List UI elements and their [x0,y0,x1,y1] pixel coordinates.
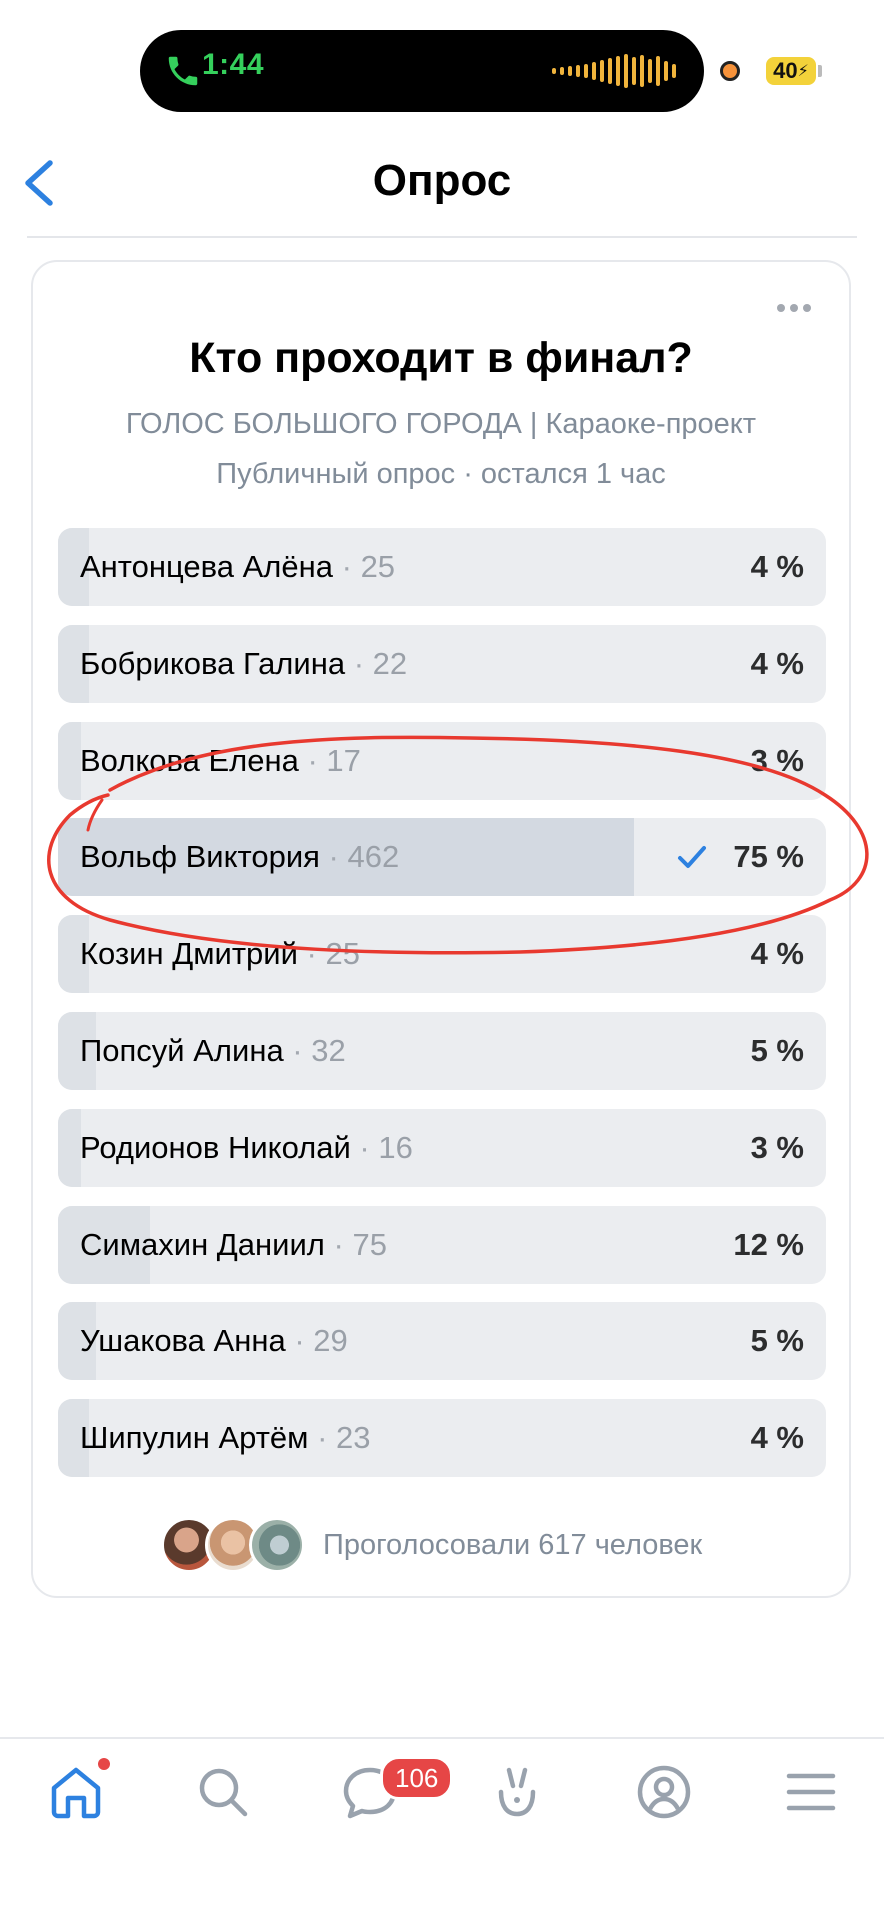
charging-bolt-icon: ⚡ [797,63,809,80]
option-vote-count: 17 [326,742,361,778]
poll-option[interactable]: Антонцева Алёна · 25 4 % [58,528,826,606]
option-percent: 12 % [733,1226,804,1262]
poll-option[interactable]: Бобрикова Галина · 22 4 % [58,624,826,703]
option-fill-bar [58,1108,82,1187]
menu-icon[interactable] [781,1762,841,1822]
battery-tip [818,65,822,77]
poll-option[interactable]: Родионов Николай · 16 3 % [58,1108,826,1187]
option-vote-count: 16 [378,1129,413,1165]
poll-subtitle: ГОЛОС БОЛЬШОГО ГОРОДА | Караоке-проект [125,408,757,440]
option-name: Родионов Николай [80,1129,351,1165]
poll-meta: Публичный опрос · остался 1 час [216,458,666,490]
option-name: Волкова Елена [80,742,299,778]
option-percent: 5 % [750,1323,804,1359]
header-divider [27,236,857,238]
poll-option-voted[interactable]: Вольф Виктория · 462 75 % [58,818,826,897]
option-name: Ушакова Анна [80,1323,286,1359]
battery-level: 40 [773,58,798,83]
poll-option[interactable]: Попсуй Алина · 32 5 % [58,1011,826,1090]
poll-title: Кто проходит в финал? [189,334,693,382]
option-vote-count: 22 [372,645,408,681]
page-title: Опрос [372,156,512,205]
home-notification-dot [98,1758,110,1770]
poll-card: Кто проходит в финал? ГОЛОС БОЛЬШОГО ГОР… [31,260,851,1598]
option-percent: 3 % [750,742,804,778]
option-name: Бобрикова Галина [80,645,346,681]
dynamic-island[interactable]: 1:44 [140,30,704,112]
option-vote-count: 25 [325,936,360,972]
profile-icon[interactable] [634,1762,694,1822]
audio-waveform-icon [552,52,676,90]
poll-options: Антонцева Алёна · 25 4 % Бобрикова Галин… [58,528,826,1496]
voters-summary[interactable]: Проголосовали 617 человек [161,1517,703,1573]
option-percent: 75 % [733,839,804,875]
option-vote-count: 23 [336,1420,371,1456]
home-icon[interactable] [46,1762,106,1822]
messages-badge: 106 [380,1756,454,1800]
poll-option[interactable]: Ушакова Анна · 29 5 % [58,1302,826,1381]
search-icon[interactable] [193,1762,253,1822]
tabbar-divider [0,1737,884,1739]
battery-indicator: 40 ⚡ [766,57,816,85]
option-percent: 4 % [750,1420,804,1456]
option-name: Козин Дмитрий [80,936,298,972]
checkmark-icon [678,846,706,869]
call-duration: 1:44 [202,48,265,81]
option-vote-count: 32 [311,1032,346,1068]
option-percent: 3 % [750,1129,804,1165]
phone-call-icon [168,56,198,86]
option-percent: 5 % [750,1032,804,1068]
option-vote-count: 25 [360,549,396,584]
option-percent: 4 % [750,549,804,584]
avatar [249,1517,305,1573]
option-name: Попсуй Алина [80,1032,284,1068]
voters-count-text: Проголосовали 617 человек [323,1528,703,1561]
option-vote-count: 29 [313,1323,348,1359]
poll-option[interactable]: Волкова Елена · 17 3 % [58,721,826,800]
option-vote-count: 462 [347,839,400,875]
clips-icon[interactable] [487,1762,547,1822]
poll-option[interactable]: Козин Дмитрий · 25 4 % [58,915,826,994]
option-percent: 4 % [750,936,804,972]
option-name: Вольф Виктория [80,839,320,875]
poll-option[interactable]: Симахин Даниил · 75 12 % [58,1205,826,1284]
more-options-icon[interactable] [777,304,811,312]
option-percent: 4 % [750,645,804,681]
option-fill-bar [58,721,82,800]
option-vote-count: 75 [352,1226,387,1262]
poll-option[interactable]: Шипулин Артём · 23 4 % [58,1399,826,1478]
option-name: Шипулин Артём [80,1420,309,1456]
recording-indicator-icon [720,61,740,81]
option-name: Симахин Даниил [80,1226,325,1262]
option-name: Антонцева Алёна [80,549,333,584]
